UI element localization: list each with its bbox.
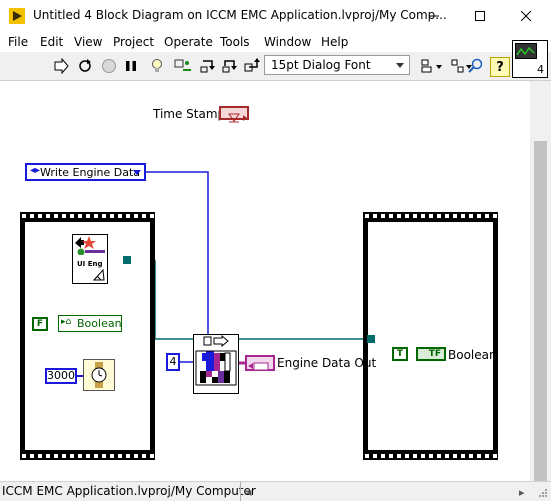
retain-wire-values-icon	[174, 59, 191, 71]
menu-edit[interactable]: Edit	[40, 35, 63, 49]
status-bar: ICCM EMC Application.lvproj/My Computer …	[0, 481, 551, 501]
numeric-constant[interactable]: 4	[166, 353, 180, 371]
highlight-execution-button[interactable]	[148, 57, 166, 75]
menu-view[interactable]: View	[74, 35, 102, 49]
maximize-icon	[475, 11, 485, 21]
title-bar: Untitled 4 Block Diagram on ICCM EMC App…	[0, 0, 551, 32]
enqueue-message-subvi[interactable]	[193, 334, 239, 394]
engine-data-out-terminal[interactable]	[245, 355, 275, 371]
status-divider	[240, 482, 241, 501]
time-stamp-label: Time Stamp	[153, 107, 226, 121]
menu-project[interactable]: Project	[113, 35, 154, 49]
labview-app-icon	[9, 8, 25, 24]
ui-engine-subvi[interactable]: UI Eng	[72, 234, 108, 284]
close-icon	[521, 11, 531, 21]
vertical-scrollbar[interactable]	[530, 81, 551, 481]
step-out-icon	[244, 58, 260, 72]
search-icon	[468, 58, 483, 73]
run-button[interactable]	[52, 57, 70, 75]
cluster-terminal-icon	[248, 362, 269, 371]
step-into-icon	[200, 60, 215, 73]
reference-tunnel-left[interactable]	[123, 256, 131, 264]
status-scroll-left-icon[interactable]: ◂	[246, 486, 252, 499]
boolean-indicator-terminal[interactable]: TF	[416, 347, 446, 361]
boolean-local-variable[interactable]: ▸⌂ Boolean	[58, 315, 122, 332]
enum-constant[interactable]: ◂▸ Write Engine Data	[25, 163, 146, 181]
hammer-icon	[93, 269, 105, 281]
step-into-button[interactable]	[199, 57, 217, 75]
menu-operate[interactable]: Operate	[164, 35, 213, 49]
boolean-local-label: Boolean	[77, 317, 122, 330]
wait-ms-value: 3000	[47, 369, 75, 382]
maximize-button[interactable]	[457, 0, 503, 32]
text-settings-select[interactable]: 15pt Dialog Font	[264, 55, 410, 75]
enum-increment-icon: ◂▸	[30, 165, 41, 176]
engine-data-out-label: Engine Data Out	[277, 356, 377, 370]
frame-right-content	[368, 222, 493, 450]
boolean-indicator-text: TF	[428, 349, 441, 359]
minimize-icon	[429, 15, 439, 17]
run-continuously-icon	[79, 59, 91, 72]
align-objects-button[interactable]	[420, 57, 444, 75]
reference-tunnel-right[interactable]	[367, 335, 375, 343]
flat-sequence-frame-right[interactable]	[363, 212, 498, 460]
window-title: Untitled 4 Block Diagram on ICCM EMC App…	[33, 8, 447, 22]
step-over-button[interactable]	[221, 57, 239, 75]
vi-icon[interactable]: 4	[512, 40, 548, 78]
vi-icon-number: 4	[537, 63, 544, 76]
lightbulb-icon	[152, 59, 162, 72]
boolean-false-text: F	[36, 319, 44, 329]
wristwatch-icon	[91, 362, 107, 388]
menu-tools[interactable]: Tools	[220, 35, 250, 49]
vi-icon-graph	[515, 43, 537, 59]
boolean-false-constant[interactable]: F	[32, 317, 48, 331]
wait-ms-function[interactable]	[83, 359, 115, 391]
block-diagram-canvas[interactable]: Time Stamp ◂▸ Write Engine Data UI Eng F…	[0, 81, 530, 481]
close-button[interactable]	[503, 0, 549, 32]
enum-value: Write Engine Data	[40, 166, 140, 179]
ui-eng-text: UI Eng	[77, 260, 103, 268]
font-select-value: 15pt Dialog Font	[271, 58, 371, 72]
pause-icon	[126, 61, 136, 71]
timestamp-icon	[228, 113, 247, 123]
ui-engine-header-icon	[75, 236, 105, 256]
run-arrow-icon	[54, 58, 69, 74]
abort-button[interactable]	[100, 57, 118, 75]
status-scroll-right-icon[interactable]: ▸	[519, 486, 525, 499]
enqueue-message-icon	[195, 334, 237, 386]
enum-dropdown-icon	[133, 170, 141, 175]
time-stamp-terminal[interactable]	[219, 106, 249, 123]
abort-stop-icon	[102, 59, 116, 73]
align-objects-icon	[421, 59, 442, 73]
boolean-indicator-label: Boolean	[448, 348, 497, 362]
retain-wire-values-button[interactable]	[174, 57, 192, 75]
context-help-button[interactable]: ?	[490, 57, 510, 77]
menu-window[interactable]: Window	[264, 35, 311, 49]
run-continuously-button[interactable]	[76, 57, 94, 75]
resize-grip-icon[interactable]	[538, 488, 548, 498]
boolean-true-text: T	[396, 349, 404, 359]
chevron-down-icon	[396, 63, 404, 68]
wait-ms-constant[interactable]: 3000	[45, 368, 77, 384]
menu-file[interactable]: File	[8, 35, 28, 49]
local-variable-arrow-icon: ▸⌂	[61, 317, 72, 327]
vertical-scroll-thumb[interactable]	[534, 141, 547, 481]
minimize-button[interactable]	[411, 0, 457, 32]
search-button[interactable]	[466, 57, 484, 75]
menu-help[interactable]: Help	[321, 35, 348, 49]
boolean-true-constant[interactable]: T	[392, 347, 408, 361]
numeric-constant-value: 4	[169, 355, 177, 368]
help-question-icon: ?	[496, 59, 504, 75]
pause-button[interactable]	[122, 57, 140, 75]
step-out-button[interactable]	[243, 57, 261, 75]
step-over-icon	[222, 60, 237, 73]
menu-bar: File Edit View Project Operate Tools Win…	[0, 32, 551, 52]
project-path: ICCM EMC Application.lvproj/My Computer	[2, 484, 256, 498]
